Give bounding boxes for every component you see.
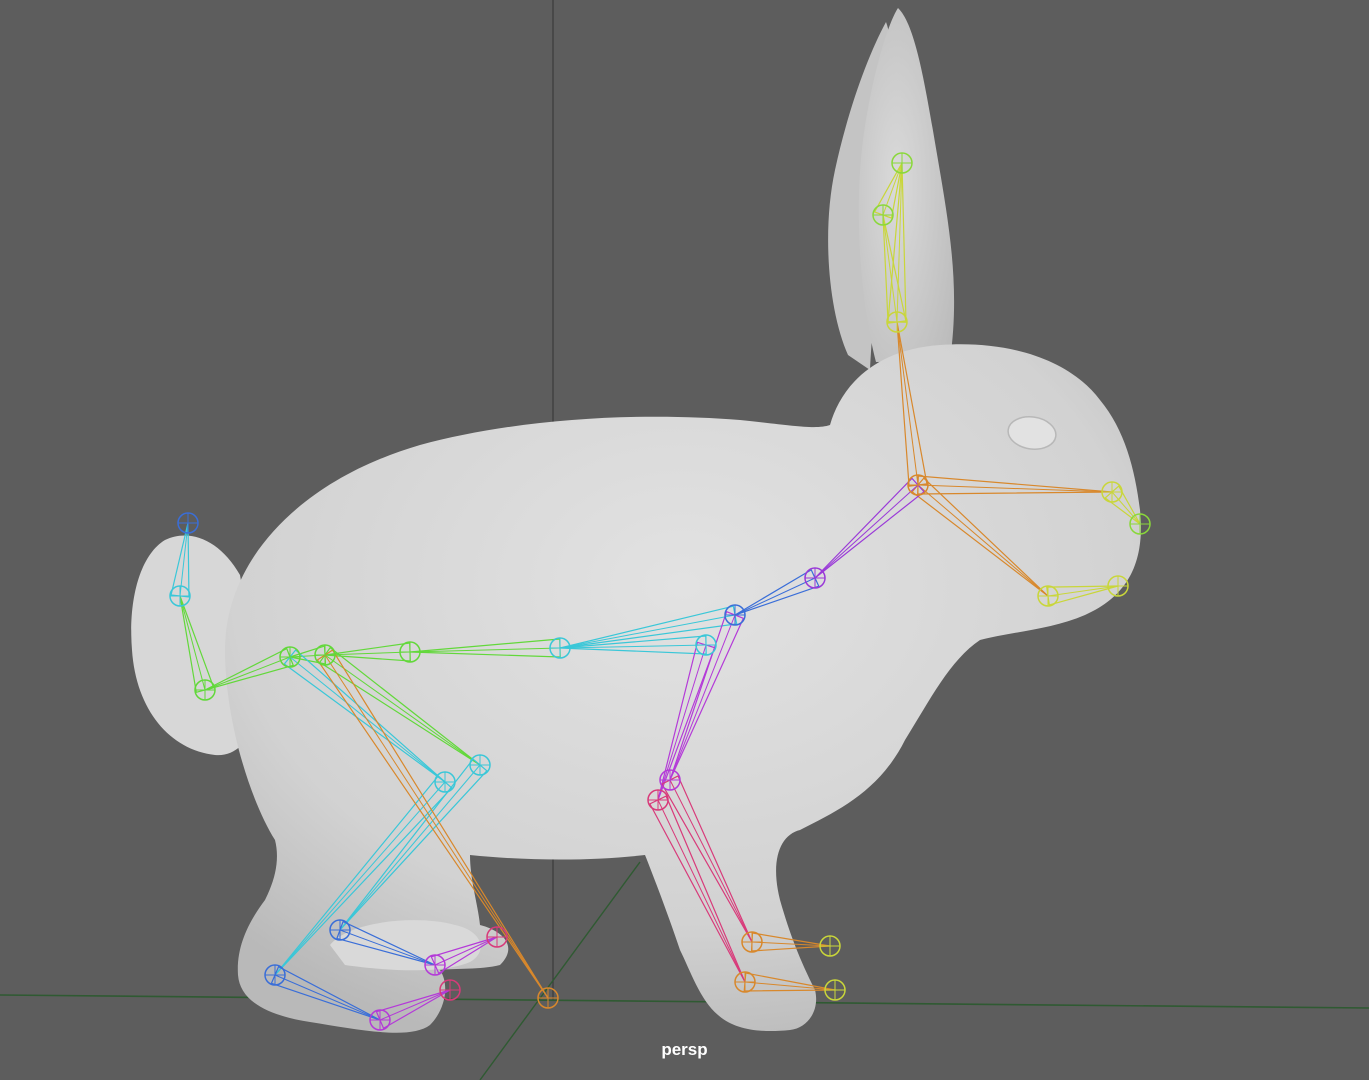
- skeleton-joint[interactable]: [279, 646, 301, 668]
- skeleton-joint[interactable]: [439, 979, 461, 1001]
- skeleton-joint[interactable]: [399, 641, 421, 663]
- skeleton-joint[interactable]: [804, 567, 826, 589]
- skeleton-joint[interactable]: [891, 152, 913, 174]
- perspective-viewport[interactable]: persp: [0, 0, 1369, 1080]
- grid-axis-horizontal: [0, 994, 1369, 1009]
- skeleton-joint[interactable]: [469, 754, 491, 776]
- skeleton-joint[interactable]: [907, 474, 929, 496]
- skeleton-joint[interactable]: [314, 644, 336, 666]
- skeleton-joint[interactable]: [872, 204, 894, 226]
- skeleton-joint[interactable]: [329, 919, 351, 941]
- viewport-scene[interactable]: [0, 0, 1369, 1080]
- skeleton-joint[interactable]: [549, 637, 571, 659]
- skeleton-joint[interactable]: [647, 789, 669, 811]
- skeleton-joint[interactable]: [369, 1009, 391, 1031]
- skeleton-joint[interactable]: [177, 512, 199, 534]
- skeleton-joint[interactable]: [264, 964, 286, 986]
- skeleton-joint[interactable]: [734, 971, 756, 993]
- skeleton-joint[interactable]: [724, 604, 746, 626]
- skeleton-joint[interactable]: [1107, 575, 1129, 597]
- skeleton-joint[interactable]: [1101, 481, 1123, 503]
- skeleton-joint[interactable]: [194, 679, 216, 701]
- skeleton-joint[interactable]: [1129, 513, 1151, 535]
- grid-axis-depth: [479, 861, 641, 1080]
- skeleton-joint[interactable]: [486, 926, 508, 948]
- skeleton-joint[interactable]: [886, 311, 908, 333]
- skeleton-joint[interactable]: [169, 585, 191, 607]
- skeleton-joint[interactable]: [819, 935, 841, 957]
- skeleton-joint[interactable]: [537, 987, 559, 1009]
- skeleton-joint[interactable]: [695, 634, 717, 656]
- skeleton-joint[interactable]: [424, 954, 446, 976]
- skeleton-joint[interactable]: [1037, 585, 1059, 607]
- skeleton-joint[interactable]: [434, 771, 456, 793]
- skeleton-joint[interactable]: [824, 979, 846, 1001]
- skeleton-joint[interactable]: [659, 769, 681, 791]
- skeleton-joint[interactable]: [741, 931, 763, 953]
- rabbit-mesh[interactable]: [131, 8, 1141, 1033]
